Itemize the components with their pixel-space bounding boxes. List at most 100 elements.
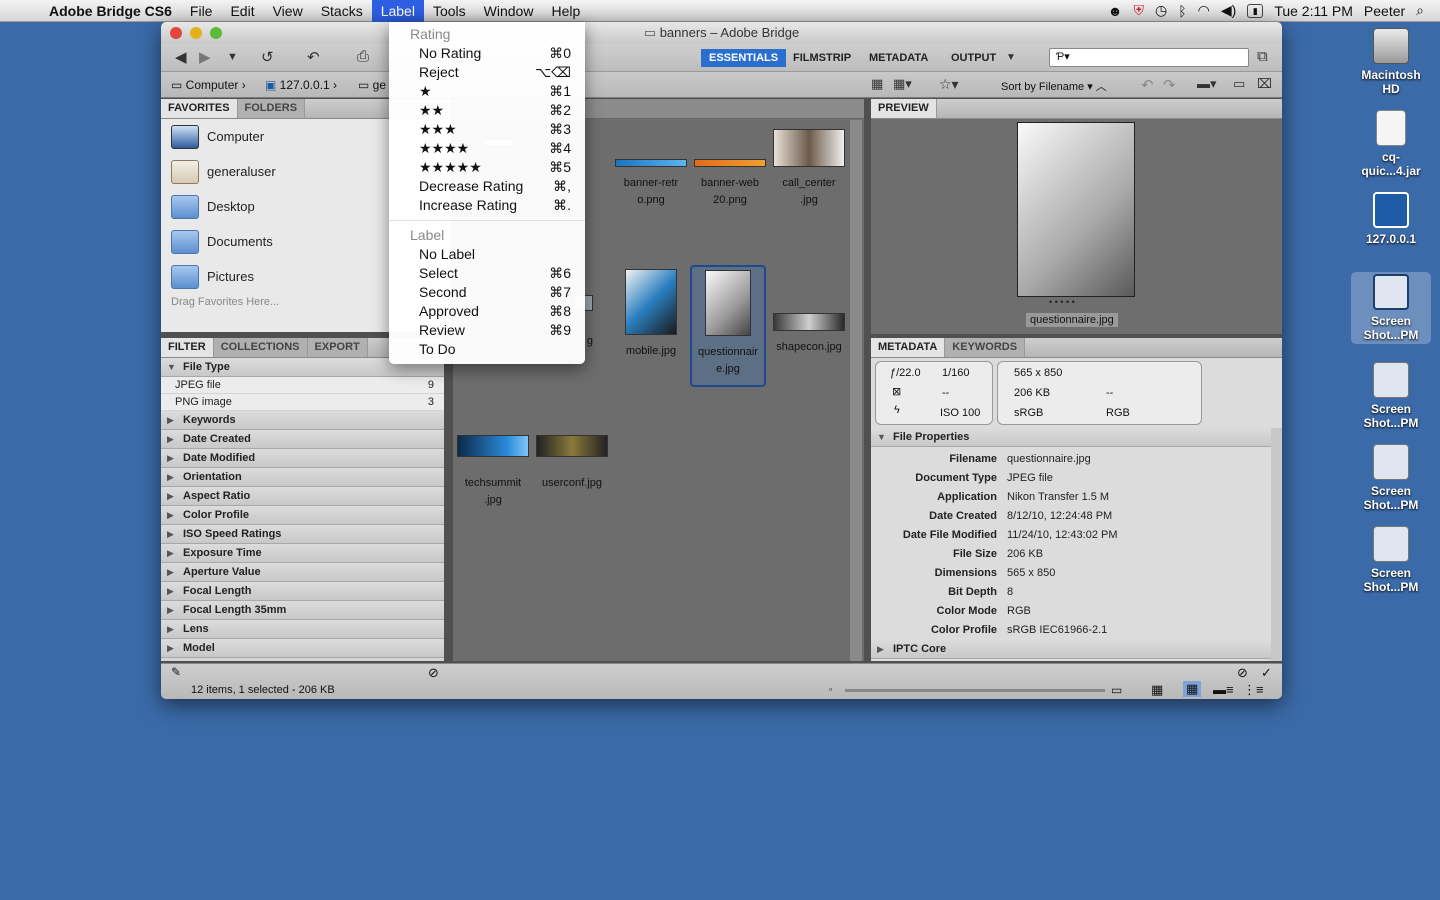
menu-edit[interactable]: Edit [221, 0, 263, 22]
menu-item[interactable]: Decrease Rating ⌘, [389, 177, 585, 196]
filter-category[interactable]: ▶ Focal Length [161, 582, 444, 601]
compact-mode-icon[interactable]: ⧉ [1257, 48, 1268, 65]
desktop-icon-server[interactable]: 127.0.0.1 [1351, 192, 1431, 246]
shield-icon[interactable]: ⛨ [1134, 2, 1145, 19]
sort-dropdown[interactable]: Sort by Filename ▾ ︿ [1001, 78, 1107, 94]
volume-icon[interactable]: ◀) [1221, 2, 1236, 19]
pin-icon[interactable]: ✎ [171, 665, 181, 679]
section-file-properties[interactable]: ▼ File Properties [871, 428, 1271, 447]
menu-item[interactable]: ★★★★★ ⌘5 [389, 158, 585, 177]
filter-category[interactable]: ▶ Aspect Ratio [161, 487, 444, 506]
menu-item[interactable]: Second ⌘7 [389, 283, 585, 302]
search-input[interactable]: Ƥ▾ [1049, 48, 1249, 67]
filter-category[interactable]: ▶ Orientation [161, 468, 444, 487]
menu-item[interactable]: Select ⌘6 [389, 264, 585, 283]
view-details-icon[interactable]: ▬≡ [1213, 682, 1234, 697]
quality-options-icon[interactable]: ▦ [871, 76, 883, 92]
content-scrollbar[interactable] [850, 120, 862, 661]
time-machine-icon[interactable]: ◷ [1155, 2, 1167, 19]
menu-item[interactable]: Increase Rating ⌘. [389, 196, 585, 215]
spotlight-icon[interactable]: ⌕ [1416, 2, 1424, 19]
filter-png[interactable]: PNG image 3 [161, 394, 444, 411]
thumbnail-size-slider[interactable] [845, 689, 1105, 692]
bluetooth-icon[interactable]: ᛒ [1178, 3, 1186, 19]
section-iptc-core[interactable]: ▶ IPTC Core [871, 640, 1271, 659]
preview-image[interactable] [1017, 122, 1135, 297]
menu-item[interactable]: ★★★★ ⌘4 [389, 139, 585, 158]
title-bar[interactable]: ▭ banners – Adobe Bridge [161, 22, 1282, 44]
desktop-icon-screenshot[interactable]: Screen Shot...PM [1351, 526, 1431, 594]
tab-preview[interactable]: PREVIEW [871, 99, 937, 118]
workspace-filmstrip[interactable]: FILMSTRIP [785, 49, 859, 67]
workspace-output[interactable]: OUTPUT [943, 49, 1004, 67]
tab-keywords[interactable]: KEYWORDS [945, 338, 1026, 357]
menu-item[interactable]: Approved ⌘8 [389, 302, 585, 321]
desktop-icon-screenshot[interactable]: Screen Shot...PM [1351, 362, 1431, 430]
rating-dots[interactable]: • • • • • [1049, 297, 1075, 307]
return-arrow-icon[interactable]: ↶ [307, 48, 320, 66]
desktop-icon-screenshot-selected[interactable]: Screen Shot...PM [1351, 272, 1431, 344]
desktop-icon-jar[interactable]: cq- quic...4.jar [1351, 110, 1431, 178]
workspace-dropdown-icon[interactable]: ▼ [1006, 52, 1016, 63]
thumbnail-shapecon[interactable]: shapecon.jpg [771, 313, 847, 356]
battery-icon[interactable]: ▮ [1247, 3, 1264, 18]
metadata-scrollbar[interactable] [1271, 428, 1282, 661]
wifi-icon[interactable]: ◠ [1198, 2, 1210, 19]
thumbnail-call-center[interactable]: call_center .jpg [771, 129, 847, 209]
view-thumbnails-icon[interactable]: ▦ [1183, 681, 1202, 697]
filter-category[interactable]: ▶ Focal Length 35mm [161, 601, 444, 620]
cancel-edit-icon[interactable]: ⊘ [1237, 665, 1248, 681]
minimize-button[interactable] [190, 27, 202, 39]
thumbnail-techsummit[interactable]: techsummit .jpg [455, 435, 531, 509]
camera-download-icon[interactable]: ⎙ [357, 48, 369, 65]
thumbnail-questionnaire-selected[interactable]: questionnair e.jpg [690, 265, 766, 387]
tab-metadata[interactable]: METADATA [871, 338, 946, 357]
rotate-left-icon[interactable]: ↶ [1141, 76, 1154, 94]
thumbnail-userconf[interactable]: userconf.jpg [534, 435, 610, 492]
path-computer[interactable]: ▭ Computer › [171, 78, 246, 92]
zoom-out-icon[interactable]: ▫ [829, 684, 832, 694]
star-filter-icon[interactable]: ☆▾ [939, 76, 959, 93]
menu-item[interactable]: No Rating ⌘0 [389, 44, 585, 63]
new-folder-icon[interactable]: ▭ [1233, 76, 1245, 92]
filter-category[interactable]: ▶ Lens [161, 620, 444, 639]
menu-item[interactable]: ★★ ⌘2 [389, 101, 585, 120]
menu-item[interactable]: To Do [389, 340, 585, 359]
menu-item[interactable]: Review ⌘9 [389, 321, 585, 340]
thumbnail-mobile[interactable]: mobile.jpg [613, 269, 689, 360]
view-options-icon[interactable]: ▦▾ [893, 76, 912, 92]
user-menu[interactable]: Peeter [1364, 3, 1405, 19]
filter-category[interactable]: ▶ Keywords [161, 411, 444, 430]
filter-category[interactable]: ▶ Model [161, 639, 444, 658]
path-folder[interactable]: ▭ ge [358, 78, 386, 92]
chevron-down-icon[interactable]: ▼ [227, 51, 238, 63]
menu-item[interactable]: Reject ⌥⌫ [389, 63, 585, 82]
filter-category[interactable]: ▶ Date Modified [161, 449, 444, 468]
apply-edit-icon[interactable]: ✓ [1261, 665, 1272, 681]
rotate-right-icon[interactable]: ↷ [1163, 76, 1176, 94]
menu-help[interactable]: Help [542, 0, 589, 22]
status-agent-icon[interactable]: ☻ [1108, 3, 1123, 19]
back-arrow-icon[interactable]: ◀ [175, 48, 187, 66]
close-button[interactable] [170, 27, 182, 39]
thumbnail-banner-web[interactable]: banner-web 20.png [692, 159, 768, 209]
thumbnail-banner-retro[interactable]: banner-retr o.png [613, 159, 689, 209]
desktop-icon-macintosh-hd[interactable]: Macintosh HD [1351, 28, 1431, 96]
zoom-button[interactable] [210, 27, 222, 39]
menu-item[interactable]: ★ ⌘1 [389, 82, 585, 101]
menu-label[interactable]: Label [371, 0, 424, 22]
filter-category[interactable]: ▶ ISO Speed Ratings [161, 525, 444, 544]
menu-file[interactable]: File [181, 0, 222, 22]
tab-collections[interactable]: COLLECTIONS [213, 338, 308, 357]
filter-category[interactable]: ▶ Exposure Time [161, 544, 444, 563]
app-menu[interactable]: Adobe Bridge CS6 [40, 0, 181, 22]
menu-item[interactable]: No Label [389, 245, 585, 264]
filter-jpeg[interactable]: JPEG file 9 [161, 377, 444, 394]
tab-folders[interactable]: FOLDERS [237, 99, 306, 118]
open-recent-icon[interactable]: ▬▾ [1197, 76, 1217, 92]
workspace-essentials[interactable]: ESSENTIALS [701, 49, 787, 67]
menu-tools[interactable]: Tools [424, 0, 475, 22]
trash-icon[interactable]: ⌧ [1257, 76, 1272, 92]
menu-item[interactable]: ★★★ ⌘3 [389, 120, 585, 139]
menu-stacks[interactable]: Stacks [312, 0, 372, 22]
